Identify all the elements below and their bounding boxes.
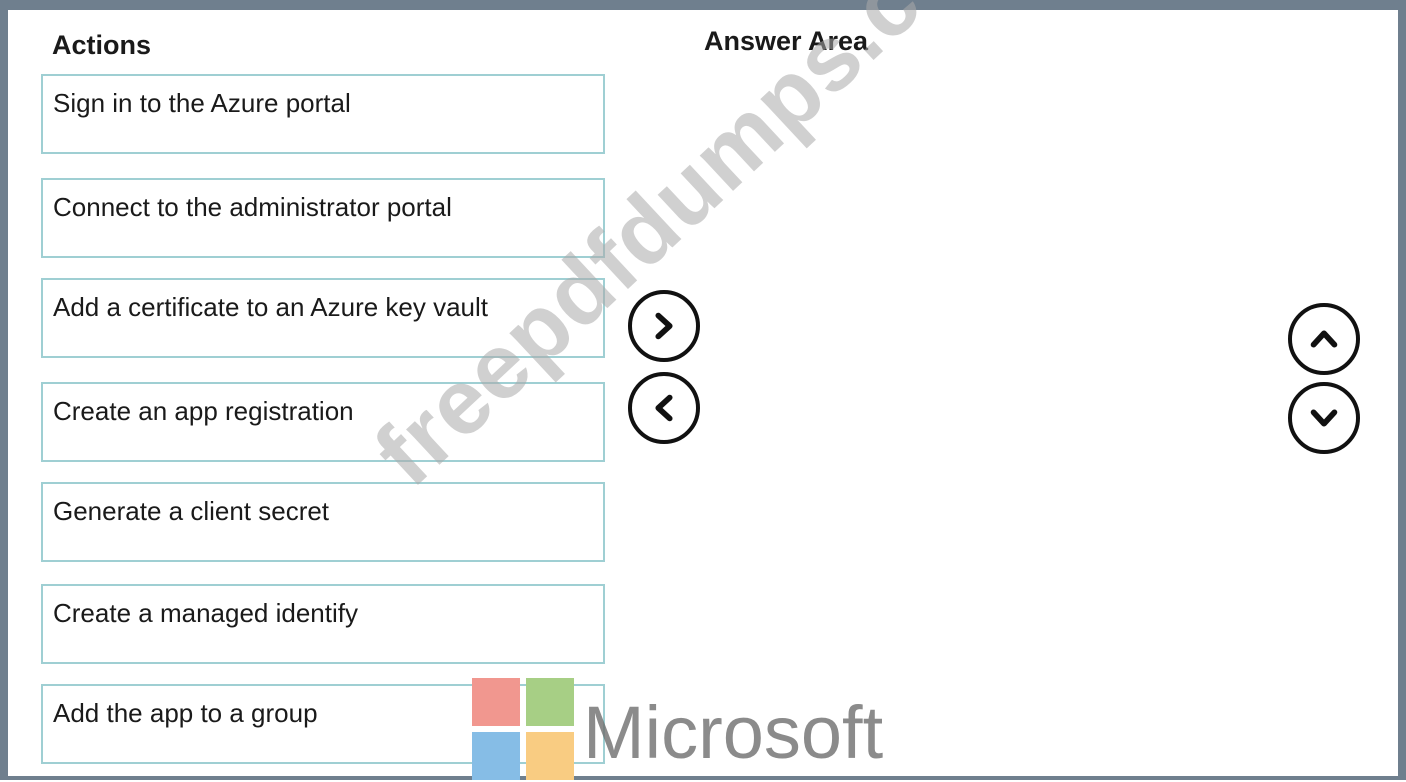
action-label: Generate a client secret bbox=[53, 496, 330, 526]
action-item[interactable]: Add a certificate to an Azure key vault bbox=[41, 278, 605, 358]
action-label: Create a managed identify bbox=[53, 598, 358, 628]
chevron-down-icon bbox=[1310, 409, 1338, 427]
chevron-up-icon bbox=[1310, 330, 1338, 348]
action-label: Add the app to a group bbox=[53, 698, 318, 728]
action-item[interactable]: Sign in to the Azure portal bbox=[41, 74, 605, 154]
action-item[interactable]: Connect to the administrator portal bbox=[41, 178, 605, 258]
chevron-left-icon bbox=[655, 394, 673, 422]
action-item[interactable]: Create an app registration bbox=[41, 382, 605, 462]
move-up-button[interactable] bbox=[1288, 303, 1360, 375]
move-right-button[interactable] bbox=[628, 290, 700, 362]
action-label: Sign in to the Azure portal bbox=[53, 88, 351, 118]
move-left-button[interactable] bbox=[628, 372, 700, 444]
action-label: Create an app registration bbox=[53, 396, 354, 426]
move-down-button[interactable] bbox=[1288, 382, 1360, 454]
actions-heading: Actions bbox=[52, 30, 152, 60]
chevron-right-icon bbox=[655, 312, 673, 340]
action-item[interactable]: Add the app to a group bbox=[41, 684, 605, 764]
answer-area[interactable] bbox=[705, 74, 1265, 764]
action-item[interactable]: Generate a client secret bbox=[41, 482, 605, 562]
action-label: Add a certificate to an Azure key vault bbox=[53, 292, 489, 322]
action-item[interactable]: Create a managed identify bbox=[41, 584, 605, 664]
action-label: Connect to the administrator portal bbox=[53, 192, 452, 222]
answer-area-heading: Answer Area bbox=[704, 26, 869, 56]
